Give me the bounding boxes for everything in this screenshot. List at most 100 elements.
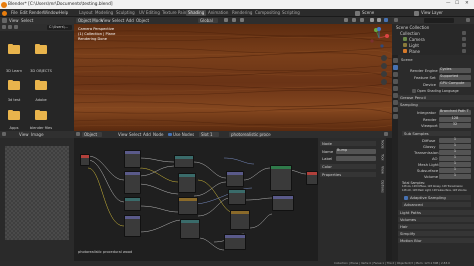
viewlayer-selector[interactable]: View Layer	[421, 11, 443, 15]
gizmo-icon[interactable]	[352, 18, 356, 22]
render-tab-icon[interactable]	[392, 65, 398, 70]
grease-pencil-section[interactable]: Grease Pencil	[398, 95, 474, 100]
navigation-gizmo[interactable]	[368, 27, 390, 49]
node[interactable]	[124, 171, 141, 194]
node-panel-section[interactable]: Node	[320, 141, 376, 146]
outliner-item-plane[interactable]: Plane	[409, 50, 420, 54]
integrator-dropdown[interactable]: Branched Path T	[439, 110, 471, 115]
tab-scripting[interactable]: Scripting	[280, 10, 302, 16]
motion-blur-section[interactable]: Motion Blur	[398, 238, 474, 243]
sub-row-field[interactable]: 1	[439, 150, 471, 155]
outliner-item-light[interactable]: Light	[409, 44, 419, 48]
node[interactable]	[226, 171, 244, 187]
viewport-view-menu[interactable]: View	[101, 18, 111, 23]
folder-icon[interactable]	[8, 79, 20, 90]
viewport-select-menu[interactable]: Select	[112, 18, 124, 23]
device-dropdown[interactable]: GPU Compute	[439, 82, 471, 87]
sub-row-field[interactable]: 1	[439, 138, 471, 143]
node[interactable]	[180, 219, 200, 239]
node-object-dropdown[interactable]: Object	[82, 132, 102, 137]
3d-viewport[interactable]: Object Mode View Select Add Object Globa…	[74, 17, 392, 131]
menu-file[interactable]: File	[11, 11, 18, 15]
tab-animation[interactable]: Animation	[206, 10, 230, 16]
volumes-section[interactable]: Volumes	[398, 217, 474, 222]
visibility-icon[interactable]	[344, 18, 348, 22]
snap-icon[interactable]	[232, 18, 236, 22]
node[interactable]	[272, 195, 294, 211]
eye-icon[interactable]	[462, 49, 466, 53]
node-name-field[interactable]: Bump	[336, 149, 376, 154]
image-image-menu[interactable]: Image	[31, 132, 44, 137]
use-nodes-checkbox[interactable]	[168, 132, 172, 136]
tab-sculpting[interactable]: Sculpting	[114, 10, 137, 16]
hair-section[interactable]: Hair	[398, 224, 474, 229]
view-layer-tab-icon[interactable]	[392, 79, 398, 84]
node[interactable]	[178, 173, 196, 193]
orientation-dropdown[interactable]: Global	[198, 18, 218, 23]
shading-solid-icon[interactable]	[370, 18, 374, 22]
viewport-object-menu[interactable]: Object	[136, 18, 149, 23]
pin-icon[interactable]	[384, 132, 388, 136]
menu-edit[interactable]: Edit	[20, 11, 28, 15]
folder-icon[interactable]	[35, 79, 47, 90]
adaptive-sampling-section[interactable]: Adaptive Sampling	[408, 195, 471, 200]
object-tab-icon[interactable]	[392, 100, 398, 105]
viewport-samples-field[interactable]: 32	[439, 123, 471, 128]
world-tab-icon[interactable]	[392, 93, 398, 98]
forward-icon[interactable]	[8, 25, 12, 29]
proportional-edit-icon[interactable]	[240, 18, 244, 22]
tab-compositing[interactable]: Compositing	[253, 10, 282, 16]
image-view-menu[interactable]: View	[19, 132, 29, 137]
outliner-item-scene-collection[interactable]: Scene Collection	[396, 26, 429, 30]
outliner-item-camera[interactable]: Camera	[409, 38, 425, 42]
tool-tab-icon[interactable]	[392, 58, 398, 63]
maximize-icon[interactable]: ☐	[455, 1, 459, 7]
folder-icon[interactable]	[8, 43, 20, 54]
zoom-icon[interactable]	[381, 55, 387, 61]
material-selector[interactable]: photorealistic proce	[229, 132, 271, 137]
tab-uv-editing[interactable]: UV Editing	[137, 10, 162, 16]
object-mode-dropdown[interactable]: Object Mode	[76, 18, 103, 23]
perspective-toggle-icon[interactable]	[381, 79, 387, 85]
blender-menu-icon[interactable]	[2, 10, 7, 16]
node[interactable]	[270, 165, 292, 191]
eye-icon[interactable]	[462, 37, 466, 41]
render-engine-dropdown[interactable]: Cycles	[439, 68, 471, 73]
sidebar-tab-tool[interactable]: Tool	[380, 154, 384, 160]
folder-icon[interactable]	[35, 43, 47, 54]
node-select-menu[interactable]: Select	[129, 132, 141, 137]
simplify-section[interactable]: Simplify	[398, 231, 474, 236]
sidebar-tab-options[interactable]: Options	[380, 180, 384, 193]
node-label-field[interactable]	[336, 156, 376, 161]
node[interactable]	[230, 210, 250, 230]
osl-checkbox[interactable]	[412, 89, 416, 93]
tab-layout[interactable]: Layout	[77, 10, 95, 16]
sidebar-tab-view[interactable]: View	[380, 166, 384, 174]
view-menu[interactable]: View	[9, 18, 19, 23]
close-icon[interactable]: ✕	[465, 1, 469, 7]
slot-dropdown[interactable]: Slot 1	[199, 132, 219, 137]
sampling-section[interactable]: Sampling	[398, 102, 474, 107]
outliner-search-input[interactable]	[424, 18, 454, 23]
node-view-menu[interactable]: View	[118, 132, 128, 137]
material-tab-icon[interactable]	[392, 114, 398, 119]
tab-modeling[interactable]: Modeling	[93, 10, 115, 16]
node[interactable]	[224, 234, 246, 250]
advanced-section[interactable]: Advanced	[402, 202, 471, 207]
material-output-node[interactable]	[306, 171, 318, 185]
menu-help[interactable]: Help	[59, 11, 68, 15]
node[interactable]	[124, 150, 141, 168]
tab-shading[interactable]: Shading	[186, 10, 207, 16]
viewport-add-menu[interactable]: Add	[126, 18, 134, 23]
overlay-icon[interactable]	[360, 18, 364, 22]
folder-icon[interactable]	[8, 109, 20, 120]
node-properties-section[interactable]: Properties	[320, 172, 376, 177]
pivot-icon[interactable]	[224, 18, 228, 22]
path-field[interactable]: C:\Users\...	[47, 25, 72, 30]
editor-type-icon[interactable]	[2, 132, 6, 136]
node[interactable]	[178, 197, 198, 215]
node[interactable]	[124, 197, 141, 211]
editor-type-icon[interactable]	[76, 132, 80, 136]
sub-row-field[interactable]: 1	[439, 156, 471, 161]
eye-icon[interactable]	[462, 43, 466, 47]
